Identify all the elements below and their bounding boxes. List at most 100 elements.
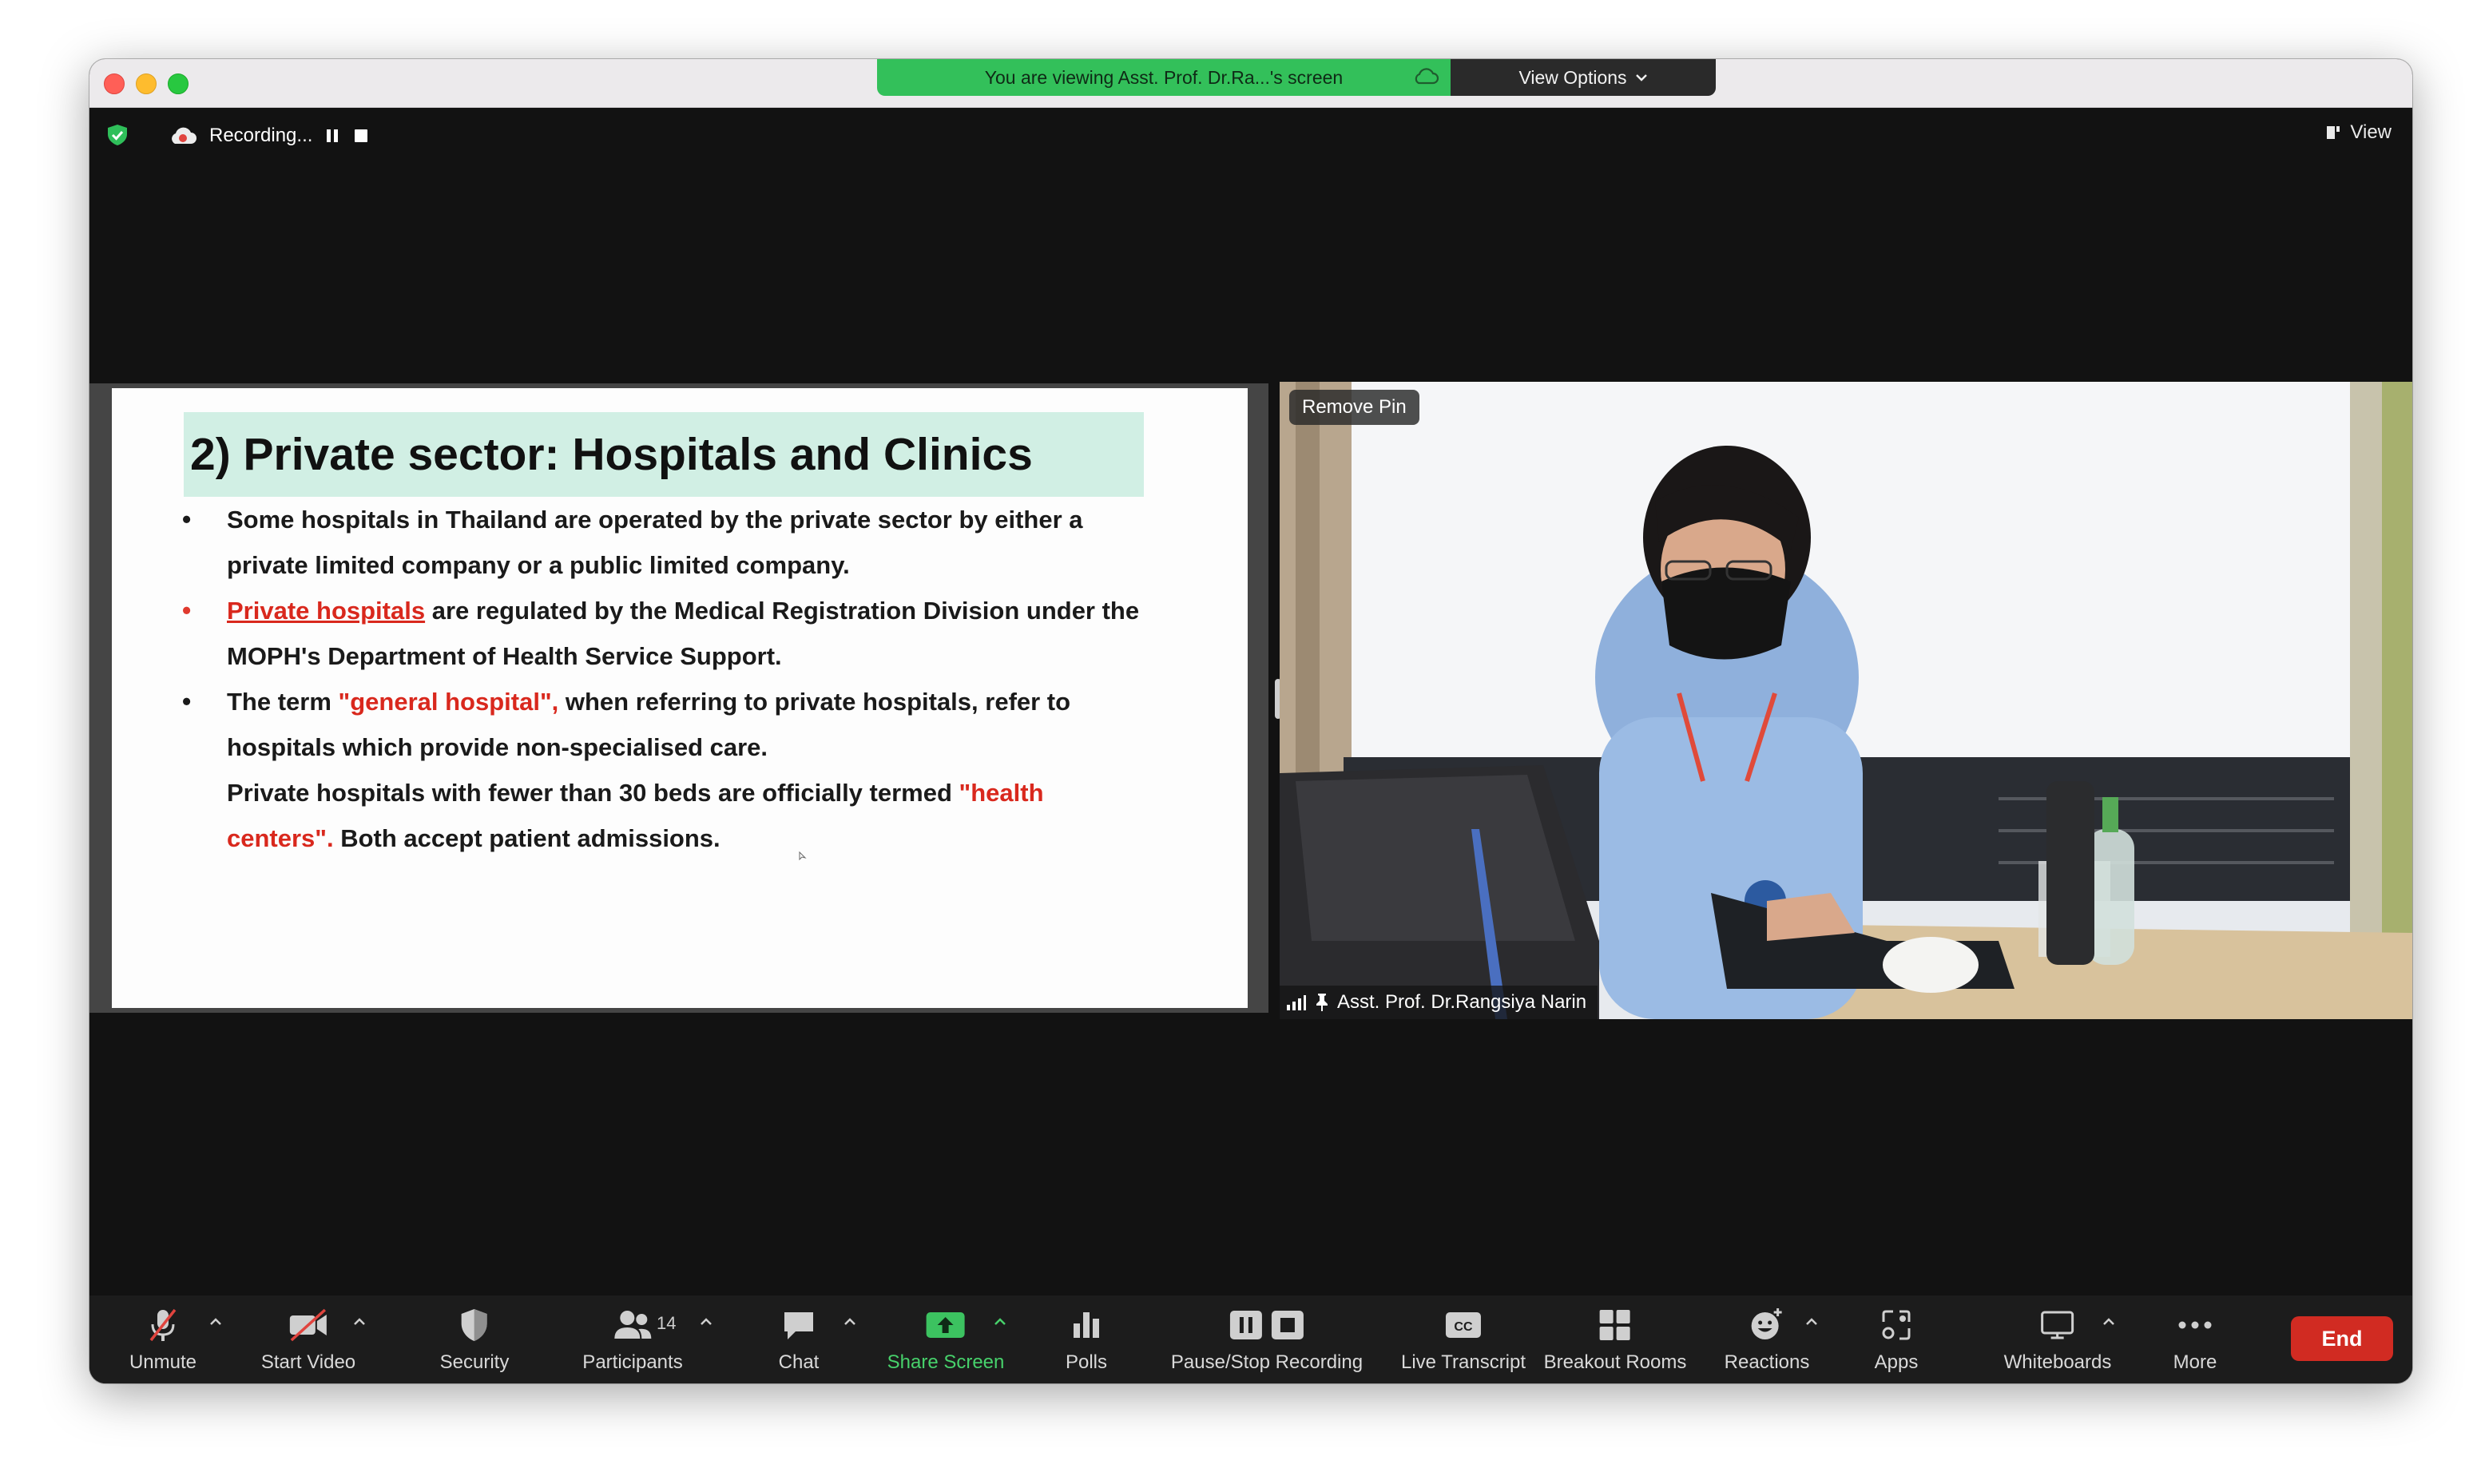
participant-name: Asst. Prof. Dr.Rangsiya Narin [1337,991,1587,1013]
pause-stop-recording-button[interactable]: Pause/Stop Recording [1171,1305,1363,1374]
bullet-item: • Some hospitals in Thailand are operate… [182,497,1157,588]
paragraph-text: Private hospitals with fewer than 30 bed… [227,779,959,807]
stop-recording-icon[interactable] [352,127,370,145]
chat-label: Chat [778,1351,820,1373]
live-transcript-label: Live Transcript [1400,1351,1526,1373]
encryption-shield-icon[interactable] [105,123,129,147]
viewing-screen-label: You are viewing Asst. Prof. Dr.Ra...'s s… [984,66,1344,88]
bullet-marker: • [182,505,192,534]
participants-label: Participants [582,1351,683,1373]
viewing-screen-notice: You are viewing Asst. Prof. Dr.Ra...'s s… [877,59,1451,96]
svg-text:CC: CC [1454,1320,1473,1334]
general-hospital-term: "general hospital", [338,688,559,716]
cloud-recording-icon [1415,68,1439,85]
recording-label: Recording... [209,125,313,146]
security-label: Security [439,1351,510,1373]
meeting-controls-toolbar: Unmute Start Video Security 14 Participa… [89,1296,2412,1383]
presentation-slide: 2) Private sector: Hospitals and Clinics… [112,388,1248,1008]
remove-pin-button[interactable]: Remove Pin [1289,390,1419,425]
chat-bubble-icon [784,1312,813,1339]
chevron-up-icon[interactable] [2101,1316,2117,1327]
bullet-text: Some hospitals in Thailand are operated … [227,506,1083,579]
participants-count: 14 [656,1313,677,1333]
slide-paragraph: Private hospitals with fewer than 30 bed… [182,770,1157,861]
reactions-label: Reactions [1724,1351,1810,1373]
live-transcript-button[interactable]: CC Live Transcript [1401,1305,1526,1374]
signal-strength-icon [1287,995,1306,1010]
private-hospitals-link[interactable]: Private hospitals [227,597,425,625]
shared-screen: 2) Private sector: Hospitals and Clinics… [89,383,1268,1013]
security-button[interactable]: Security [439,1305,510,1374]
share-screen-button[interactable]: Share Screen [887,1305,1005,1374]
reactions-smiley-icon [1751,1308,1782,1339]
closed-caption-icon: CC [1446,1312,1481,1338]
more-button[interactable]: More [2171,1305,2219,1374]
polls-label: Polls [1065,1351,1108,1373]
start-video-button[interactable]: Start Video [261,1305,355,1374]
participant-video-feed [1280,382,2412,1019]
whiteboards-label: Whiteboards [2003,1351,2112,1373]
chevron-up-icon[interactable] [351,1316,367,1327]
apps-button[interactable]: Apps [1872,1305,1920,1374]
apps-label: Apps [1874,1351,1919,1373]
end-meeting-button[interactable]: End [2291,1316,2393,1361]
whiteboards-button[interactable]: Whiteboards [2003,1305,2112,1374]
share-screen-label: Share Screen [887,1351,1005,1373]
recording-indicator: Recording... [152,115,495,157]
bullet-marker: • [182,687,192,716]
bullet-item: • The term "general hospital", when refe… [182,679,1157,770]
view-options-label: View Options [1518,66,1627,88]
participants-icon [613,1311,651,1339]
viewing-screen-banner: You are viewing Asst. Prof. Dr.Ra...'s s… [877,59,1716,96]
start-video-label: Start Video [260,1351,356,1373]
security-shield-icon [461,1309,487,1341]
bullet-item: • Private hospitals are regulated by the… [182,588,1157,679]
participant-name-tag: Asst. Prof. Dr.Rangsiya Narin [1280,986,1598,1019]
slide-title: 2) Private sector: Hospitals and Clinics [184,412,1144,497]
breakout-rooms-label: Breakout Rooms [1543,1351,1687,1373]
close-window-button[interactable] [104,73,125,94]
chevron-up-icon[interactable] [698,1316,714,1327]
zoom-meeting-window: You are viewing Asst. Prof. Dr.Ra...'s s… [89,59,2412,1383]
pause-stop-recording-icon [1230,1311,1304,1339]
view-layout-icon [2327,126,2340,139]
apps-icon [1882,1310,1911,1340]
pin-icon [1316,994,1328,1011]
slide-bullets: • Some hospitals in Thailand are operate… [182,497,1157,861]
chevron-up-icon[interactable] [842,1316,858,1327]
breakout-rooms-grid-icon [1600,1310,1630,1340]
share-screen-arrow-icon [926,1312,965,1338]
microphone-muted-icon [149,1308,177,1342]
chevron-up-icon[interactable] [208,1316,224,1327]
whiteboard-icon [2041,1311,2074,1339]
chevron-down-icon [1635,74,1647,81]
more-dots-icon [2178,1321,2212,1329]
view-button[interactable]: View [2324,121,2392,144]
unmute-label: Unmute [129,1351,197,1373]
participants-button[interactable]: 14 Participants [582,1305,683,1374]
video-camera-off-icon [290,1308,327,1342]
more-label: More [2173,1351,2217,1373]
mouse-cursor-icon [799,851,807,861]
paragraph-text: Both accept patient admissions. [333,824,720,852]
pause-stop-recording-label: Pause/Stop Recording [1170,1351,1364,1373]
cloud-recording-icon [172,127,196,144]
view-label: View [2350,121,2392,143]
fullscreen-window-button[interactable] [168,73,189,94]
chevron-up-icon[interactable] [1804,1316,1820,1327]
chat-button[interactable]: Chat [775,1305,823,1374]
breakout-rooms-button[interactable]: Breakout Rooms [1543,1305,1687,1374]
chevron-up-icon[interactable] [992,1316,1008,1327]
polls-bar-chart-icon [1074,1312,1099,1338]
bullet-text: The term [227,688,339,716]
pause-recording-icon[interactable] [324,127,341,145]
unmute-button[interactable]: Unmute [129,1305,196,1374]
pinned-video-tile[interactable]: Remove Pin Asst. Prof. Dr.Rangsiya Narin [1280,382,2412,1019]
minimize-window-button[interactable] [136,73,157,94]
reactions-button[interactable]: Reactions [1724,1305,1810,1374]
meeting-top-bar: Recording... View [89,107,2412,166]
view-options-button[interactable]: View Options [1451,59,1716,96]
bullet-marker: • [182,596,192,625]
title-bar: You are viewing Asst. Prof. Dr.Ra...'s s… [89,59,2412,108]
polls-button[interactable]: Polls [1062,1305,1110,1374]
